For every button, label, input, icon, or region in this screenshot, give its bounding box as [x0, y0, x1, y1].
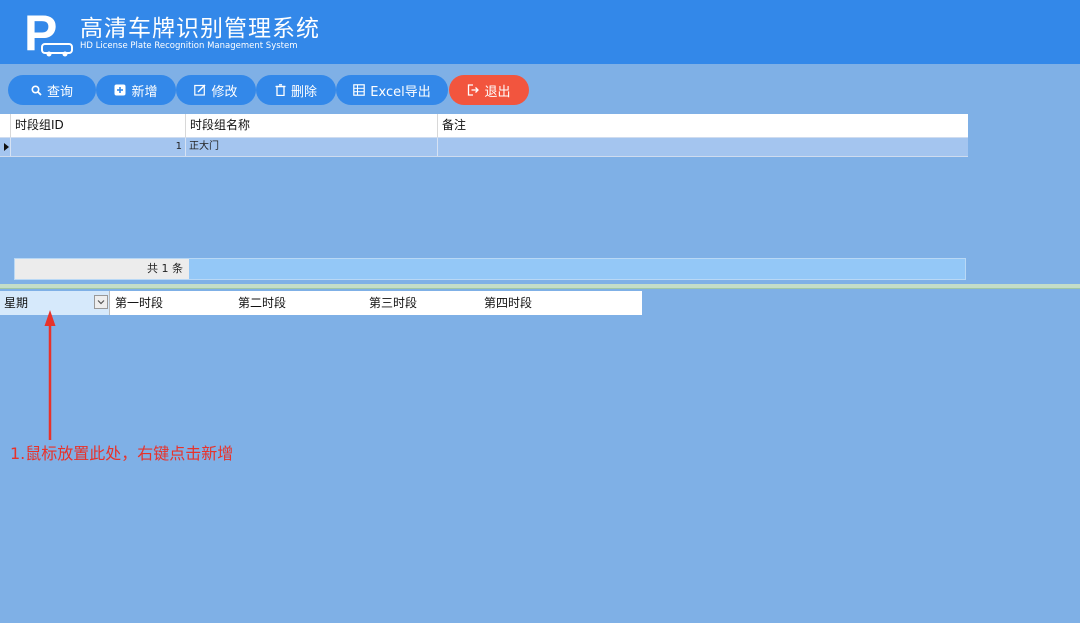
period-table-header[interactable]: 星期 第一时段 第二时段 第三时段 第四时段: [0, 291, 642, 315]
column-header-group-id[interactable]: 时段组ID: [11, 114, 186, 137]
edit-button-label: 修改: [211, 84, 238, 100]
column-header-note[interactable]: 备注: [438, 114, 968, 137]
cell-note[interactable]: [438, 138, 968, 156]
table-row[interactable]: 1 正大门: [0, 137, 968, 157]
row-selector[interactable]: [0, 138, 11, 156]
annotation-arrow-icon: [44, 310, 56, 440]
query-button-label: 查询: [46, 84, 73, 100]
excel-export-button-label: Excel导出: [370, 84, 431, 100]
exit-button[interactable]: 退出: [449, 75, 529, 105]
excel-export-button[interactable]: Excel导出: [336, 75, 448, 105]
cell-group-id[interactable]: 1: [11, 138, 186, 156]
delete-button-label: 删除: [290, 84, 317, 100]
dropdown-button[interactable]: [94, 295, 108, 309]
column-header-period-4[interactable]: 第四时段: [484, 291, 640, 315]
logout-icon: [468, 84, 480, 96]
parking-logo-icon: P: [24, 6, 73, 58]
search-icon: [31, 84, 42, 96]
trash-icon: [275, 84, 286, 96]
spreadsheet-icon: [353, 84, 366, 96]
edit-button[interactable]: 修改: [176, 75, 256, 105]
cell-group-name[interactable]: 正大门: [186, 138, 438, 156]
add-button[interactable]: 新增: [96, 75, 176, 105]
toolbar: 查询 新增 修改 删除 Excel导出 退出: [0, 64, 1080, 114]
column-header-group-name[interactable]: 时段组名称: [186, 114, 438, 137]
table-header: 时段组ID 时段组名称 备注: [0, 114, 968, 137]
add-button-label: 新增: [131, 84, 158, 100]
app-header: P 高清车牌识别管理系统 HD License Plate Recognitio…: [0, 0, 1080, 64]
chevron-down-icon: [97, 300, 105, 305]
column-header-period-3[interactable]: 第三时段: [369, 291, 481, 315]
row-header-corner: [0, 114, 11, 137]
app-subtitle: HD License Plate Recognition Management …: [80, 41, 298, 51]
annotation-text: 1.鼠标放置此处，右键点击新增: [10, 444, 234, 463]
query-button[interactable]: 查询: [8, 75, 96, 105]
delete-button[interactable]: 删除: [256, 75, 336, 105]
edit-icon: [194, 84, 206, 96]
svg-text:P: P: [24, 6, 57, 58]
current-row-arrow-icon: [4, 143, 9, 151]
record-count-bar: 共 1 条: [14, 258, 966, 280]
column-header-period-2[interactable]: 第二时段: [238, 291, 366, 315]
add-icon: [114, 84, 126, 96]
weekday-label: 星期: [4, 296, 29, 310]
record-count: 共 1 条: [15, 259, 189, 279]
column-header-period-1[interactable]: 第一时段: [115, 291, 235, 315]
app-title: 高清车牌识别管理系统: [80, 16, 320, 42]
exit-button-label: 退出: [484, 84, 511, 100]
panel-splitter[interactable]: [0, 284, 1080, 289]
